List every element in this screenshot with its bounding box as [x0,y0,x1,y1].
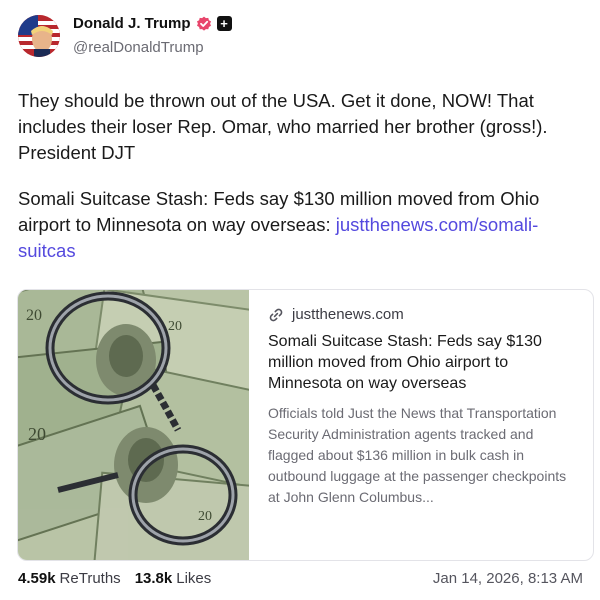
svg-text:20: 20 [26,307,42,324]
avatar[interactable] [18,15,60,57]
author-display-name[interactable]: Donald J. Trump [73,15,191,32]
likes-count[interactable]: 13.8k [135,570,173,587]
card-image: 20 20 20 20 [18,290,288,560]
card-title[interactable]: Somali Suitcase Stash: Feds say $130 mil… [268,331,573,394]
author-handle[interactable]: @realDonaldTrump [73,39,204,56]
retruths-count[interactable]: 4.59k [18,570,56,587]
retruths-label[interactable]: ReTruths [60,570,121,587]
post-container: Donald J. Trump + @realDonaldTrump They … [0,0,600,600]
card-description: Officials told Just the News that Transp… [268,405,567,505]
post-footer: 4.59k ReTruths 13.8k Likes Jan 14, 2026,… [18,570,583,587]
card-domain: justthenews.com [292,306,404,323]
post-paragraph: They should be thrown out of the USA. Ge… [18,90,548,163]
post-body: They should be thrown out of the USA. Ge… [18,88,588,284]
svg-text:20: 20 [28,424,46,444]
card-body: justthenews.com Somali Suitcase Stash: F… [268,306,573,508]
verified-badge-icon [196,16,211,31]
post-paragraph: Somali Suitcase Stash: Feds say $130 mil… [18,186,588,264]
svg-text:20: 20 [168,319,182,334]
plus-badge-icon: + [216,16,232,31]
post-timestamp[interactable]: Jan 14, 2026, 8:13 AM [433,570,583,587]
likes-label[interactable]: Likes [176,570,211,587]
link-icon [269,308,283,321]
link-preview-card[interactable]: 20 20 20 20 justthenews.com Somali Suitc… [17,289,594,561]
avatar-image [18,15,60,57]
handcuffs-on-money-image: 20 20 20 20 [18,290,288,560]
svg-text:20: 20 [198,509,212,524]
card-domain-row: justthenews.com [268,306,573,323]
author-name-row: Donald J. Trump + [73,15,232,32]
